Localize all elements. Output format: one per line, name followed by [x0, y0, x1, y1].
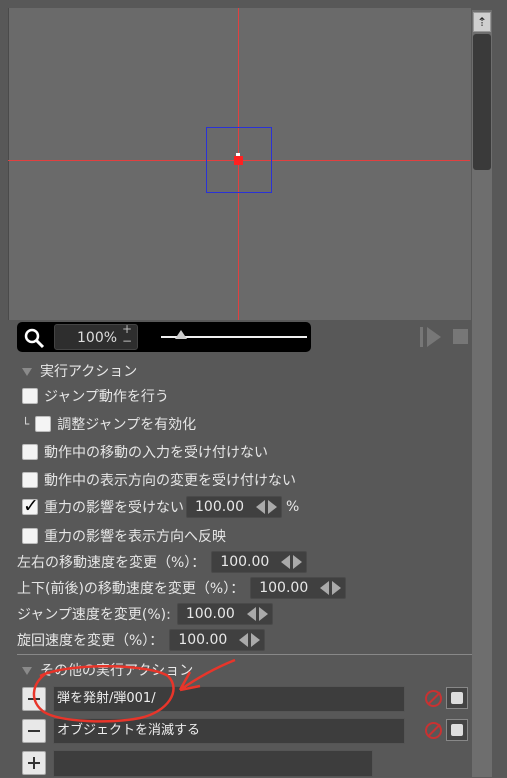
section-divider [17, 654, 472, 655]
increase-arrow-icon[interactable] [293, 555, 303, 569]
jump-speed-label: ジャンプ速度を変更(%): [17, 607, 171, 623]
action-field[interactable]: オブジェクトを消滅する [53, 718, 405, 744]
disable-icon[interactable] [425, 690, 442, 707]
lr-speed-stepper[interactable]: 100.00 [211, 551, 308, 573]
origin-marker[interactable] [234, 153, 243, 165]
jump-speed-stepper[interactable]: 100.00 [176, 603, 273, 625]
stop-icon[interactable] [453, 329, 468, 344]
gravity-value[interactable]: 100.00 [195, 499, 251, 515]
playback-controls [418, 322, 472, 352]
turn-speed-label: 旋回速度を変更（%）： [17, 633, 164, 649]
remove-button[interactable] [22, 719, 46, 743]
new-action-field[interactable] [53, 750, 373, 777]
ignore-direction-checkbox[interactable] [22, 472, 38, 488]
increase-arrow-icon[interactable] [268, 500, 277, 514]
play-icon[interactable] [427, 327, 441, 347]
gravity-reflect-row: 重力の影響を表示方向へ反映 [22, 526, 226, 546]
vertical-scrollbar[interactable]: ⇡ [472, 10, 492, 777]
ud-speed-row: 上下(前後)の移動速度を変更（%）： 100.00 [17, 577, 347, 599]
jump-label: ジャンプ動作を行う [44, 389, 169, 405]
scroll-thumb[interactable] [473, 34, 491, 170]
gravity-reflect-label: 重力の影響を表示方向へ反映 [44, 529, 226, 545]
gravity-reflect-checkbox[interactable] [22, 528, 38, 544]
jump-adjust-checkbox[interactable] [35, 416, 52, 432]
ud-speed-stepper[interactable]: 100.00 [250, 577, 347, 599]
ignore-gravity-row: 重力の影響を受けない 100.00 % [22, 495, 300, 518]
ignore-gravity-label: 重力の影響を受けない [44, 500, 184, 516]
preview-icon[interactable] [446, 687, 468, 709]
action-field[interactable]: 弾を発射/弾001/ [53, 686, 405, 712]
lr-speed-row: 左右の移動速度を変更（%）： 100.00 [17, 551, 308, 573]
ignore-move-row: 動作中の移動の入力を受け付けない [22, 442, 268, 462]
increase-arrow-icon[interactable] [251, 633, 261, 647]
turn-speed-stepper[interactable]: 100.00 [169, 629, 266, 651]
decrease-arrow-icon[interactable] [281, 555, 291, 569]
jump-speed-value[interactable]: 100.00 [186, 606, 242, 622]
collapse-triangle-icon[interactable] [22, 368, 32, 376]
zoom-toolbar: 100% + − [17, 322, 311, 352]
jump-adjust-label: 調整ジャンプを有効化 [57, 417, 197, 433]
lr-speed-value[interactable]: 100.00 [220, 554, 276, 570]
disable-icon[interactable] [425, 722, 442, 739]
turn-speed-value[interactable]: 100.00 [178, 632, 234, 648]
subitem-mark: └ [22, 417, 30, 431]
decrease-arrow-icon[interactable] [239, 633, 249, 647]
remove-button[interactable] [22, 687, 46, 711]
zoom-slider-knob[interactable] [175, 330, 187, 339]
ignore-direction-row: 動作中の表示方向の変更を受け付けない [22, 470, 296, 490]
list-item: 弾を発射/弾001/ [22, 686, 470, 714]
zoom-value: 100% [77, 330, 118, 346]
list-item: オブジェクトを消滅する [22, 718, 470, 746]
gravity-unit: % [286, 499, 300, 515]
add-button[interactable] [22, 751, 46, 775]
gravity-stepper[interactable]: 100.00 [186, 496, 282, 518]
jump-row: ジャンプ動作を行う [22, 386, 169, 406]
ud-speed-label: 上下(前後)の移動速度を変更（%）： [17, 581, 245, 597]
ignore-move-label: 動作中の移動の入力を受け付けない [44, 445, 268, 461]
increase-arrow-icon[interactable] [258, 607, 268, 621]
panel: ⇡ 100% + − 実行アクション ジャンプ動作を行う └ 調整ジャンプを有効… [0, 0, 507, 777]
ud-speed-value[interactable]: 100.00 [259, 580, 315, 596]
jump-adjust-row: └ 調整ジャンプを有効化 [22, 414, 196, 434]
scroll-up-button[interactable]: ⇡ [473, 12, 491, 32]
increase-arrow-icon[interactable] [332, 581, 342, 595]
section-actions-title: 実行アクション [40, 364, 138, 380]
magnifier-icon[interactable] [23, 327, 45, 349]
section-actions-header[interactable]: 実行アクション [22, 361, 137, 381]
section-other-title: その他の実行アクション [40, 663, 194, 679]
jump-speed-row: ジャンプ速度を変更(%): 100.00 [17, 603, 273, 625]
turn-speed-row: 旋回速度を変更（%）： 100.00 [17, 629, 266, 651]
zoom-minus[interactable]: − [122, 335, 132, 347]
ignore-gravity-checkbox[interactable] [22, 495, 39, 517]
ignore-move-checkbox[interactable] [22, 444, 38, 460]
jump-checkbox[interactable] [22, 388, 38, 404]
zoom-stepper[interactable]: + − [122, 323, 132, 347]
lr-speed-label: 左右の移動速度を変更（%）： [17, 555, 206, 571]
play-bar-icon [420, 327, 423, 347]
decrease-arrow-icon[interactable] [256, 500, 265, 514]
section-other-header[interactable]: その他の実行アクション [22, 660, 193, 680]
ignore-direction-label: 動作中の表示方向の変更を受け付けない [44, 473, 296, 489]
add-row [22, 750, 470, 778]
collapse-triangle-icon[interactable] [22, 667, 32, 675]
preview-icon[interactable] [446, 719, 468, 741]
decrease-arrow-icon[interactable] [320, 581, 330, 595]
decrease-arrow-icon[interactable] [246, 607, 256, 621]
